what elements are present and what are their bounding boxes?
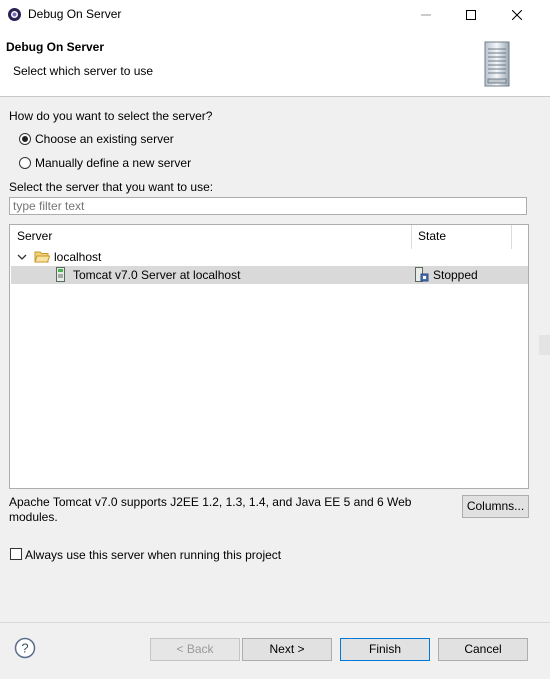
server-list-label: Select the server that you want to use: bbox=[9, 180, 214, 194]
column-header-server[interactable]: Server bbox=[10, 225, 411, 249]
folder-icon bbox=[34, 251, 50, 263]
close-icon bbox=[512, 10, 522, 20]
minimize-button[interactable] bbox=[403, 0, 449, 30]
filter-input[interactable] bbox=[9, 197, 527, 215]
group-localhost[interactable]: localhost bbox=[54, 250, 101, 264]
finish-button[interactable]: Finish bbox=[340, 638, 430, 661]
chevron-down-icon[interactable] bbox=[17, 252, 27, 262]
tomcat-server-icon bbox=[56, 267, 65, 282]
manual-define-label[interactable]: Manually define a new server bbox=[35, 156, 191, 170]
server-name[interactable]: Tomcat v7.0 Server at localhost bbox=[73, 268, 240, 282]
server-state: Stopped bbox=[433, 268, 478, 282]
header-subtitle: Select which server to use bbox=[13, 64, 154, 78]
background-window-edge bbox=[539, 335, 550, 355]
column-separator[interactable] bbox=[511, 225, 512, 249]
selection-question: How do you want to select the server? bbox=[9, 109, 213, 123]
minimize-icon bbox=[421, 14, 431, 16]
svg-text:?: ? bbox=[21, 641, 28, 656]
help-icon[interactable]: ? bbox=[14, 637, 36, 659]
maximize-icon bbox=[466, 10, 476, 20]
column-header-state[interactable]: State bbox=[411, 225, 511, 249]
columns-button[interactable]: Columns... bbox=[462, 495, 529, 518]
server-icon bbox=[484, 41, 510, 87]
server-stopped-icon bbox=[415, 267, 429, 282]
cancel-button[interactable]: Cancel bbox=[438, 638, 528, 661]
eclipse-debug-icon bbox=[8, 8, 21, 21]
server-description: Apache Tomcat v7.0 supports J2EE 1.2, 1.… bbox=[9, 495, 412, 524]
always-use-checkbox[interactable] bbox=[10, 548, 22, 560]
close-button[interactable] bbox=[494, 0, 540, 30]
back-button[interactable]: < Back bbox=[150, 638, 240, 661]
footer-divider bbox=[0, 622, 550, 623]
always-use-label[interactable]: Always use this server when running this… bbox=[25, 548, 281, 562]
choose-existing-label[interactable]: Choose an existing server bbox=[35, 132, 174, 146]
wizard-header: Debug On Server Select which server to u… bbox=[0, 30, 550, 97]
manual-define-radio[interactable] bbox=[19, 157, 31, 169]
window-title: Debug On Server bbox=[28, 7, 122, 21]
title-bar: Debug On Server bbox=[0, 0, 550, 30]
choose-existing-radio[interactable] bbox=[19, 133, 31, 145]
header-title: Debug On Server bbox=[6, 40, 105, 54]
next-button[interactable]: Next > bbox=[242, 638, 332, 661]
maximize-button[interactable] bbox=[448, 0, 494, 30]
server-table[interactable]: Server State localhost Tomcat v7.0 Serve… bbox=[9, 224, 529, 489]
